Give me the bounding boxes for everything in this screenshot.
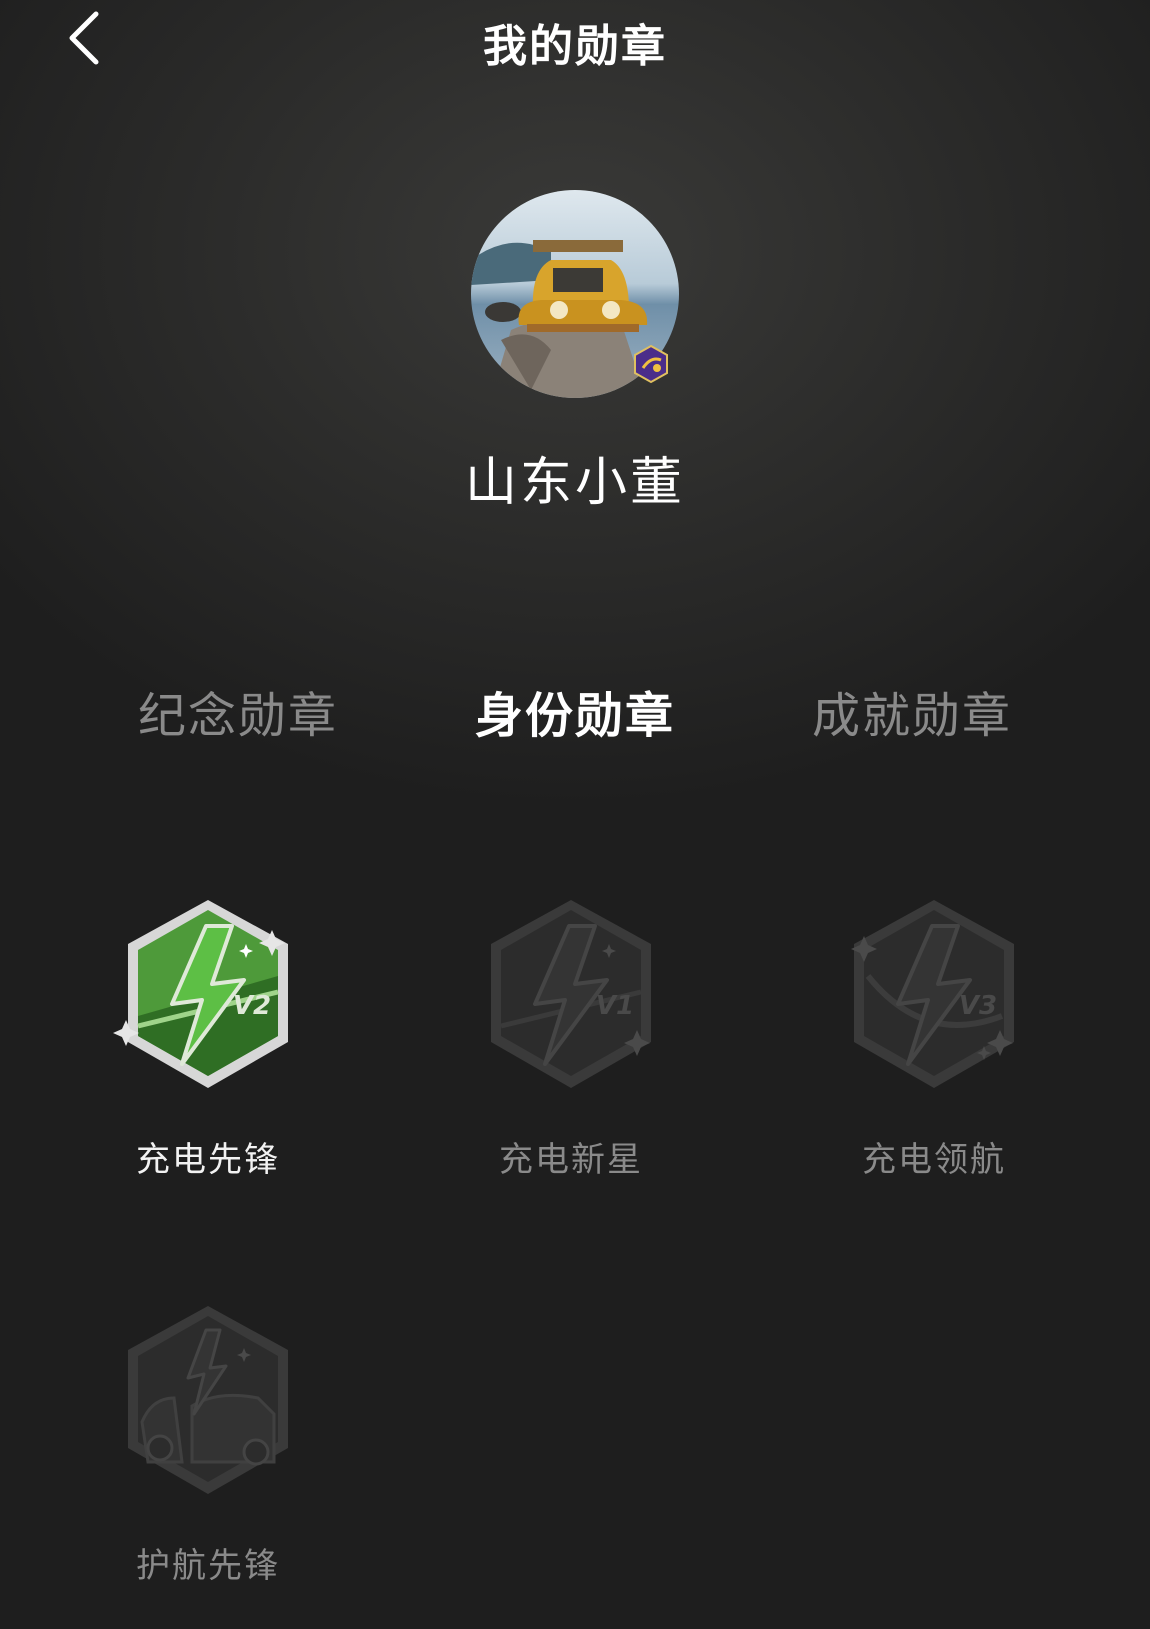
badge-item[interactable]: 护航先锋 xyxy=(108,1302,308,1587)
lightning-badge-icon: V3 xyxy=(851,900,1014,1088)
svg-text:V3: V3 xyxy=(959,991,997,1021)
tab-identity-badges[interactable]: 身份勋章 xyxy=(425,676,725,746)
badge-label: 充电新星 xyxy=(499,1140,643,1180)
lightning-badge-icon: V1 xyxy=(491,900,651,1088)
username: 山东小董 xyxy=(464,453,685,513)
car-lightning-badge-icon xyxy=(128,1306,288,1494)
top-bar: 我的勋章 xyxy=(0,0,1150,80)
tab-achievement-badges[interactable]: 成就勋章 xyxy=(762,676,1062,746)
svg-text:V1: V1 xyxy=(596,991,634,1021)
badge-label: 充电领航 xyxy=(862,1140,1006,1180)
badge-item[interactable]: V3 充电领航 xyxy=(834,896,1034,1181)
badge-item[interactable]: V2 充电先锋 xyxy=(108,896,308,1181)
tab-commemorative-badges[interactable]: 纪念勋章 xyxy=(88,676,388,746)
badge-item[interactable]: V1 充电新星 xyxy=(471,896,671,1181)
badge-category-tabs: 纪念勋章 身份勋章 成就勋章 xyxy=(0,676,1150,746)
lightning-badge-icon: V2 xyxy=(113,900,288,1088)
badge-label: 护航先锋 xyxy=(136,1546,280,1586)
badge-label: 充电先锋 xyxy=(136,1140,280,1180)
svg-text:V2: V2 xyxy=(233,991,271,1021)
badge-page: 我的勋章 山东小董 纪念勋章 身份勋章 成就勋章 V2 充电先锋 V1 充电新星… xyxy=(0,0,1150,1629)
page-title: 我的勋章 xyxy=(483,21,667,72)
avatar-level-badge-icon xyxy=(631,344,671,384)
